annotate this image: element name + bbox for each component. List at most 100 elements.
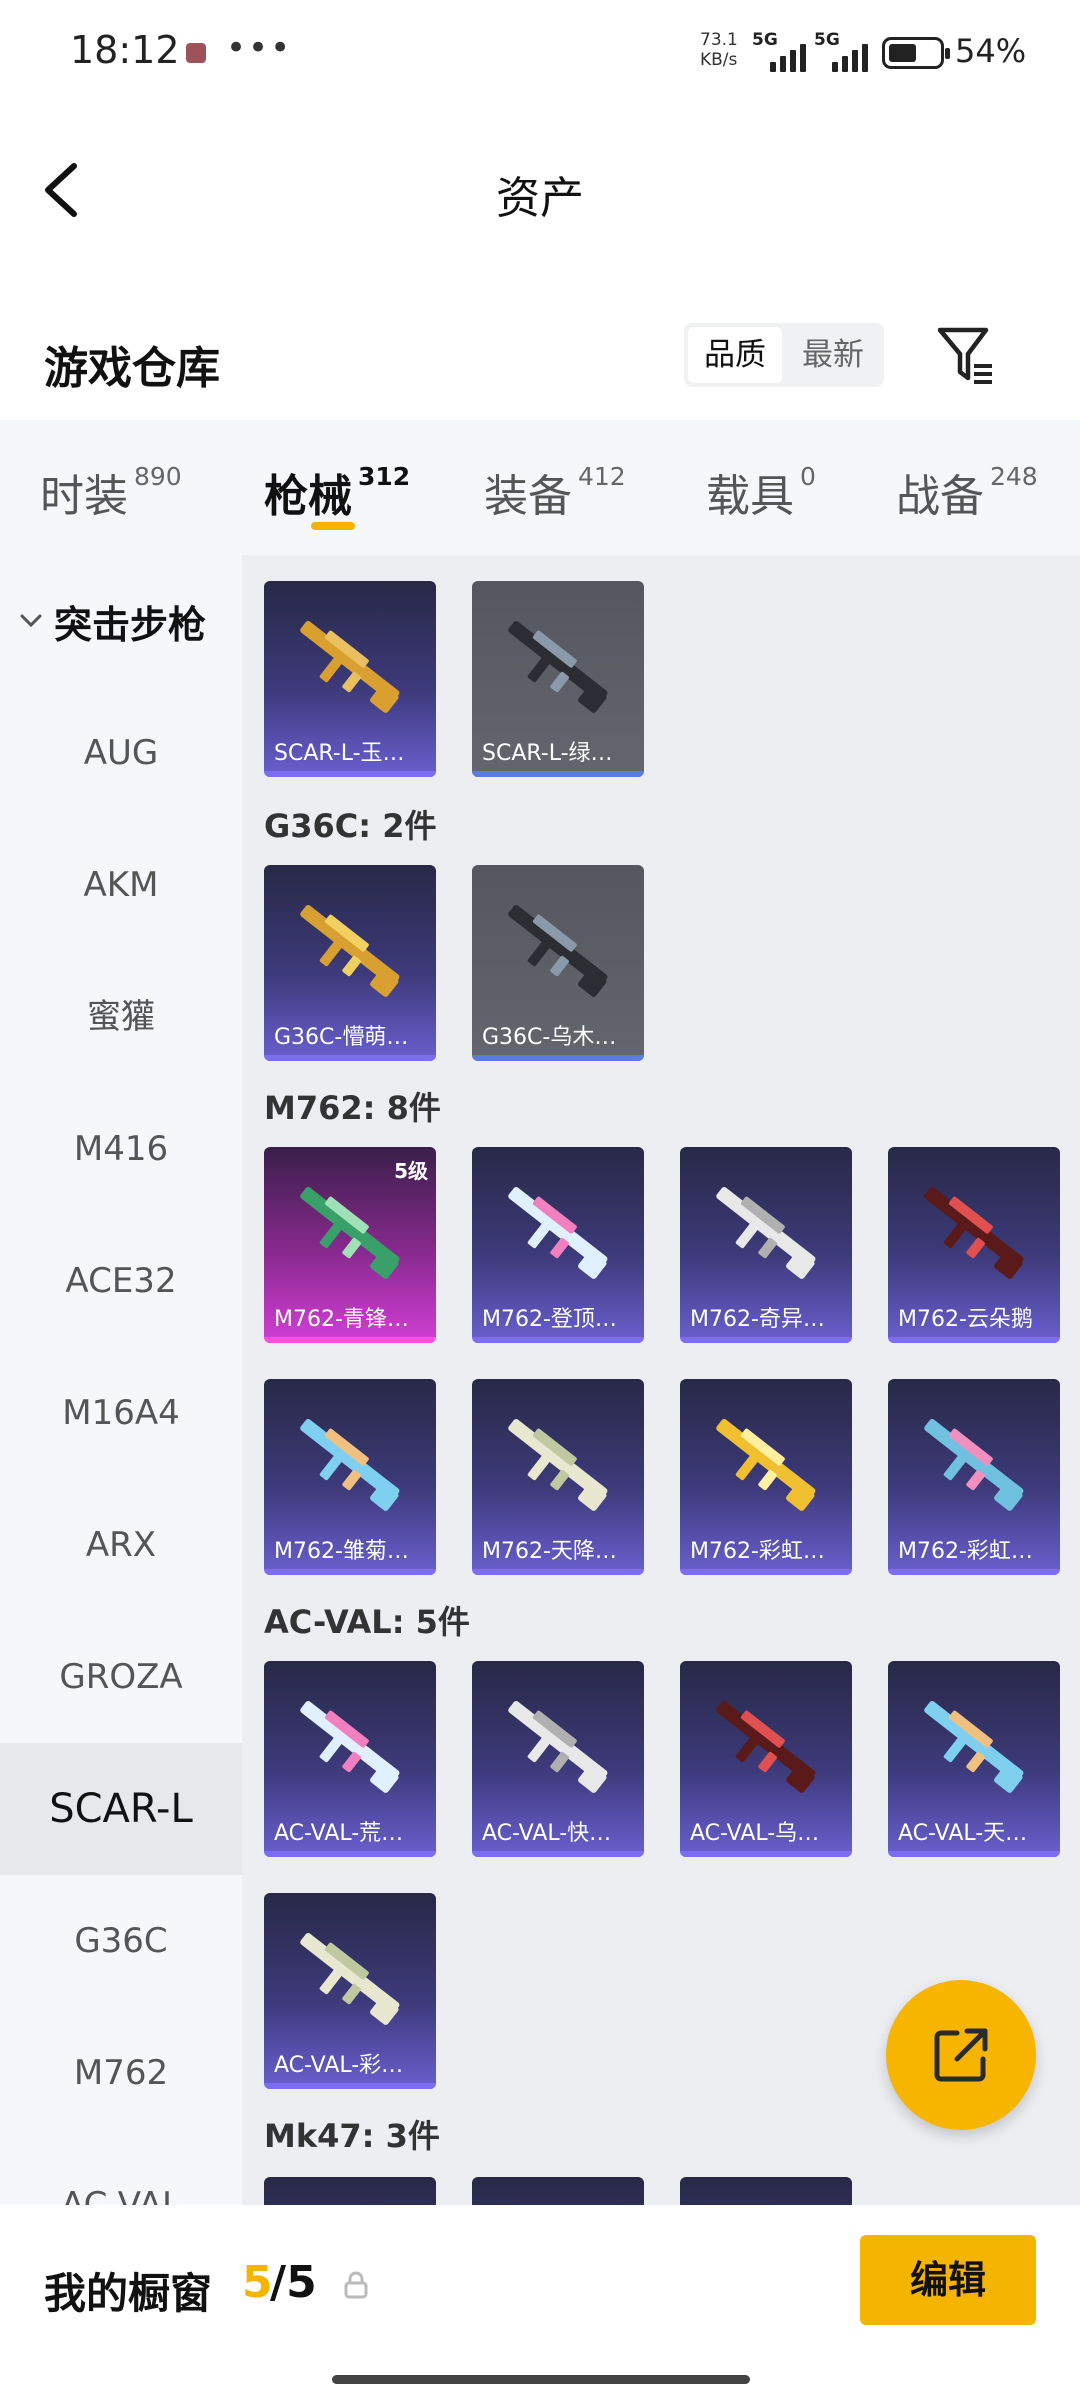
weapon-name: AC-VAL-彩…: [274, 2053, 404, 2078]
weapon-card-partial[interactable]: [264, 2177, 436, 2205]
weapon-name: M762-青锋…: [274, 1307, 409, 1332]
m762-skin-card[interactable]: M762-奇异…: [680, 1147, 852, 1343]
sidebar-item-m762[interactable]: M762: [0, 2007, 242, 2139]
ac-val-skin-card[interactable]: AC-VAL-乌…: [680, 1661, 852, 1857]
section-label-mk47: Mk47: 3件: [264, 2117, 440, 2155]
rarity-bar: [472, 1337, 644, 1343]
ac-val-skin-card[interactable]: AC-VAL-荒…: [264, 1661, 436, 1857]
weapon-grid: SCAR-L-玉… SCAR-L-绿… G36C: 2件 G36C-懵萌… G36C…: [242, 555, 1080, 2205]
m762-skin-card[interactable]: M762-云朵鹅: [888, 1147, 1060, 1343]
ac-val-skin-card[interactable]: AC-VAL-快…: [472, 1661, 644, 1857]
sort-toggle: 品质 最新: [684, 323, 884, 387]
weapon-icon: [924, 1186, 1024, 1279]
weapon-type-sidebar: 突击步枪 AUG AKM 蜜獾 M416 ACE32 M16A4 ARX GRO…: [0, 555, 242, 2205]
battery-percent: 54%: [955, 32, 1027, 70]
ac-val-skin-card[interactable]: AC-VAL-彩…: [264, 1893, 436, 2089]
weapon-card-partial[interactable]: [472, 2177, 644, 2205]
tab-count: 0: [800, 462, 816, 491]
sidebar-item-scar-l[interactable]: SCAR-L: [0, 1743, 242, 1875]
m762-skin-card[interactable]: M762-彩虹…: [888, 1379, 1060, 1575]
tab-fashion[interactable]: 时装 890: [40, 460, 182, 524]
tab-count: 890: [134, 462, 182, 491]
weapon-icon: [300, 1932, 400, 2025]
rarity-bar: [264, 2083, 436, 2089]
rarity-bar: [680, 1569, 852, 1575]
scar-l-skin-card[interactable]: SCAR-L-绿…: [472, 581, 644, 777]
g36c-skin-card[interactable]: G36C-乌木…: [472, 865, 644, 1061]
tab-label: 战备: [896, 471, 984, 522]
home-indicator: [332, 2375, 750, 2384]
m762-skin-card[interactable]: M762-登顶…: [472, 1147, 644, 1343]
showcase-total: /5: [270, 2257, 317, 2308]
tab-label: 时装: [40, 471, 128, 522]
sort-latest-button[interactable]: 最新: [786, 327, 880, 383]
rarity-bar: [264, 1851, 436, 1857]
weapon-icon: [924, 1418, 1024, 1511]
chevron-down-icon: [20, 614, 42, 628]
weapon-name: AC-VAL-乌…: [690, 1821, 820, 1846]
sidebar-item-arx[interactable]: ARX: [0, 1479, 242, 1611]
weapon-name: AC-VAL-快…: [482, 1821, 612, 1846]
sidebar-item-ace32[interactable]: ACE32: [0, 1215, 242, 1347]
category-tabs: 时装 890 枪械 312 装备 412 载具 0 战备 248: [0, 420, 1080, 555]
section-label-g36c: G36C: 2件: [264, 807, 437, 845]
weapon-name: G36C-乌木…: [482, 1025, 617, 1050]
sidebar-item-ac-val[interactable]: AC-VAL: [0, 2139, 242, 2205]
active-tab-indicator: [311, 522, 355, 530]
weapon-icon: [508, 1186, 608, 1279]
weapon-icon: [508, 1418, 608, 1511]
tab-count: 312: [358, 462, 411, 491]
sidebar-item-g36c[interactable]: G36C: [0, 1875, 242, 2007]
tab-label: 装备: [484, 471, 572, 522]
edit-button[interactable]: 编辑: [860, 2235, 1036, 2325]
rarity-bar: [888, 1569, 1060, 1575]
weapon-icon: [508, 620, 608, 713]
section-label-m762: M762: 8件: [264, 1089, 441, 1127]
rarity-bar: [680, 1337, 852, 1343]
ac-val-skin-card[interactable]: AC-VAL-天…: [888, 1661, 1060, 1857]
weapon-name: M762-雏菊…: [274, 1539, 409, 1564]
tab-vehicles[interactable]: 载具 0: [706, 460, 816, 524]
sort-quality-button[interactable]: 品质: [688, 327, 782, 383]
rarity-bar: [472, 1569, 644, 1575]
sidebar-item-m416[interactable]: M416: [0, 1083, 242, 1215]
sidebar-item-groza[interactable]: GROZA: [0, 1611, 242, 1743]
tab-gear[interactable]: 战备 248: [896, 460, 1038, 524]
section-label-ac-val: AC-VAL: 5件: [264, 1603, 470, 1641]
sidebar-item-honey-badger[interactable]: 蜜獾: [0, 951, 242, 1083]
tab-count: 248: [990, 462, 1038, 491]
sidebar-group-assault-rifles[interactable]: 突击步枪: [0, 555, 242, 687]
tab-label: 枪械: [264, 471, 352, 522]
weapon-name: AC-VAL-天…: [898, 1821, 1028, 1846]
battery-level: [889, 44, 916, 62]
weapon-name: SCAR-L-绿…: [482, 741, 613, 766]
scar-l-skin-card[interactable]: SCAR-L-玉…: [264, 581, 436, 777]
m762-skin-card[interactable]: M762-天降…: [472, 1379, 644, 1575]
warehouse-toolbar: 游戏仓库 品质 最新: [0, 310, 1080, 420]
g36c-skin-card[interactable]: G36C-懵萌…: [264, 865, 436, 1061]
network-speed: 73.1 KB/s: [700, 30, 738, 70]
app-header: 资产: [0, 110, 1080, 270]
m762-skin-card[interactable]: M762-雏菊…: [264, 1379, 436, 1575]
app-notification-icon: [186, 43, 206, 63]
weapon-icon: [716, 1700, 816, 1793]
rarity-bar: [472, 1055, 644, 1061]
weapon-card-partial[interactable]: [680, 2177, 852, 2205]
status-bar: 18:12 ••• 73.1 KB/s 5G 5G 54%: [0, 0, 1080, 110]
share-button[interactable]: [886, 1980, 1036, 2130]
sidebar-item-aug[interactable]: AUG: [0, 687, 242, 819]
m762-skin-card[interactable]: 5级 M762-青锋…: [264, 1147, 436, 1343]
weapon-name: M762-奇异…: [690, 1307, 825, 1332]
m762-skin-card[interactable]: M762-彩虹…: [680, 1379, 852, 1575]
weapon-icon: [508, 1700, 608, 1793]
sidebar-item-m16a4[interactable]: M16A4: [0, 1347, 242, 1479]
tab-weapons[interactable]: 枪械 312: [264, 460, 410, 524]
signal-icon-sim2: 5G: [814, 30, 884, 72]
filter-icon[interactable]: [936, 324, 996, 388]
rarity-bar: [888, 1337, 1060, 1343]
tab-equipment[interactable]: 装备 412: [484, 460, 626, 524]
showcase-bar: 我的橱窗 5 /5 编辑: [0, 2205, 1080, 2400]
rarity-bar: [888, 1851, 1060, 1857]
sidebar-item-akm[interactable]: AKM: [0, 819, 242, 951]
rarity-bar: [680, 1851, 852, 1857]
